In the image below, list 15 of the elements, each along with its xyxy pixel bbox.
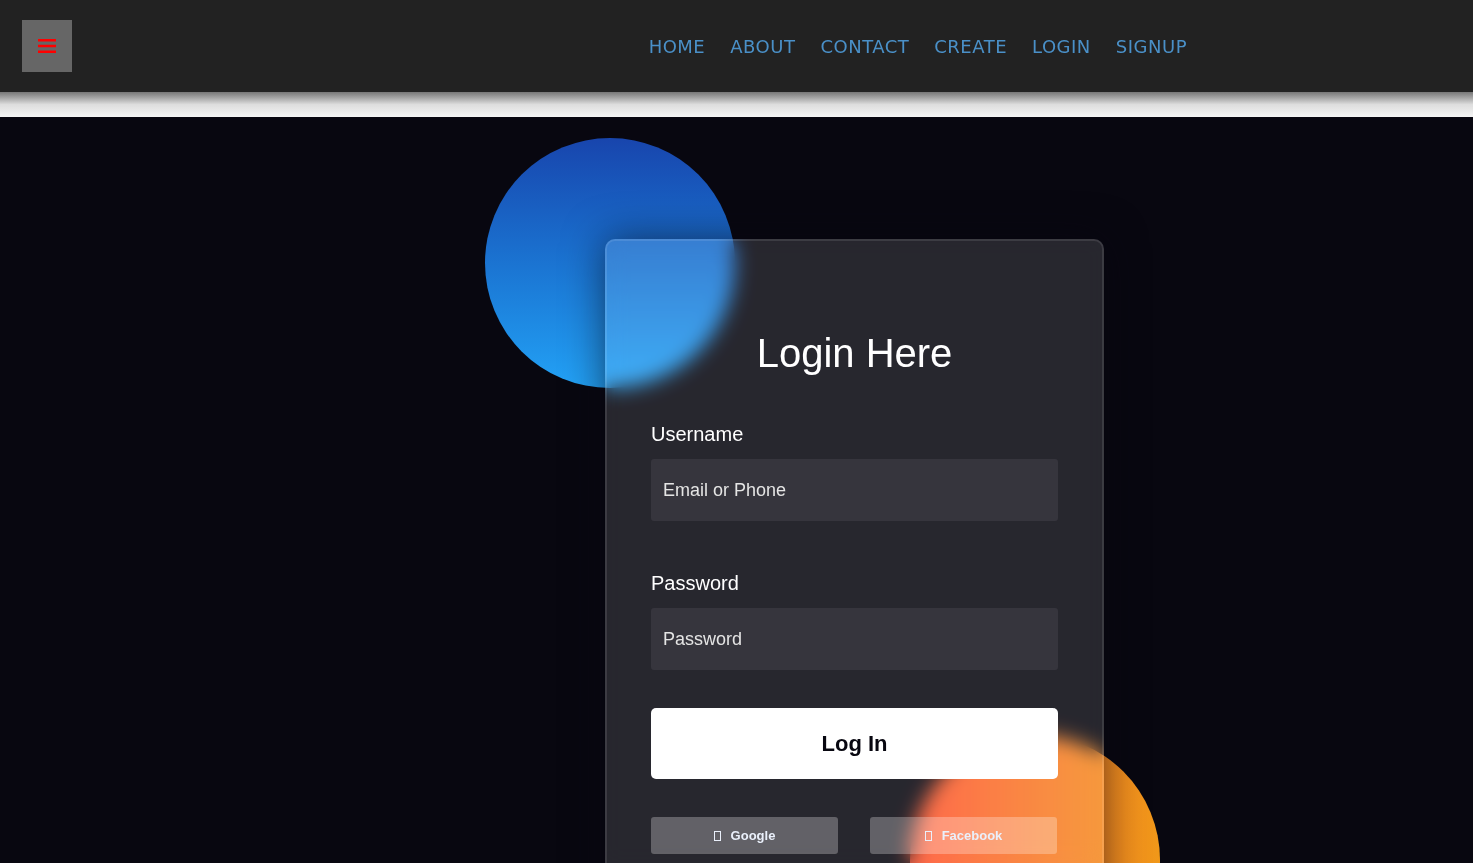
nav-link[interactable]: HOME (648, 32, 706, 60)
social-button[interactable]: Google (651, 817, 838, 854)
nav-link[interactable]: SIGNUP (1115, 32, 1187, 60)
field-label: Username (651, 422, 744, 446)
field-label: Password (651, 571, 739, 595)
nav-link[interactable]: CONTACT (820, 32, 910, 60)
menu-button[interactable] (22, 20, 72, 72)
form-title: Login Here (756, 330, 953, 377)
glyph-box-icon (924, 830, 932, 841)
menu-icon (38, 38, 56, 54)
nav-link[interactable]: CREATE (934, 32, 1008, 60)
nav-link[interactable]: ABOUT (730, 32, 796, 60)
login-button[interactable]: Log In (651, 708, 1058, 779)
glyph-box-icon (713, 830, 721, 841)
nav-link[interactable]: LOGIN (1032, 32, 1091, 60)
